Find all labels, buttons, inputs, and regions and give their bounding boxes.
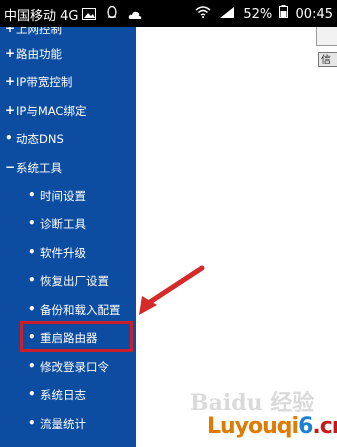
site-logo: Luyouqi6.cn (207, 414, 337, 439)
watermark: Baidu 经验 (190, 390, 315, 416)
pointer-arrow-icon (139, 265, 205, 315)
